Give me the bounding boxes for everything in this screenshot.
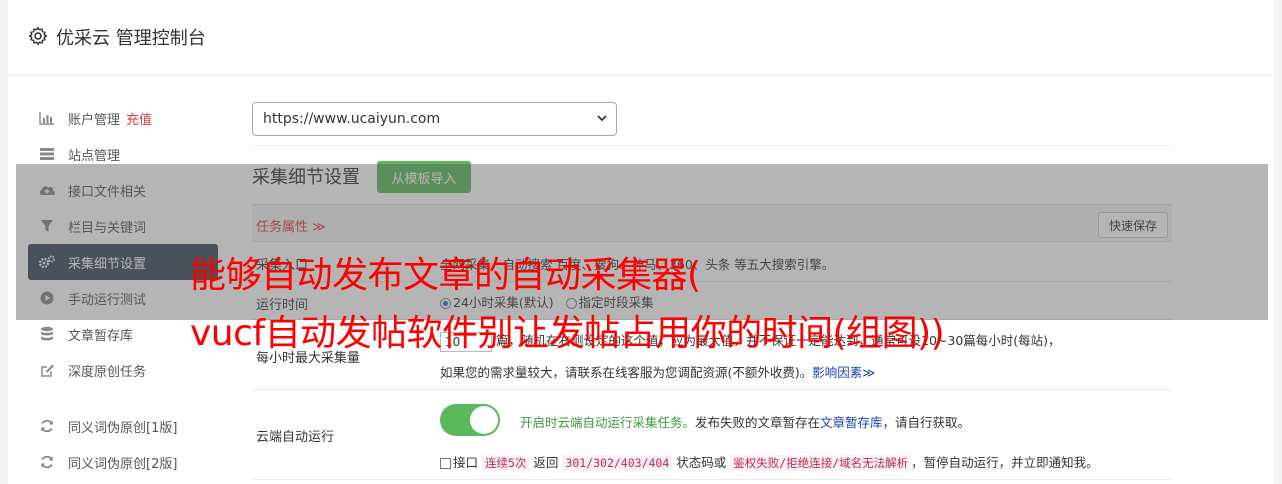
sidebar-item-label: 同义词伪原创[1版] xyxy=(68,420,178,436)
toggle-knob xyxy=(470,406,498,434)
overlay-title-line2: vucf自动发帖软件别让发帖占用你的时间(组图)) xyxy=(190,313,945,354)
recharge-link[interactable]: 充值 xyxy=(126,109,152,128)
fail-text: ，暂停自动运行，并立即通知我。 xyxy=(911,455,1099,470)
influence-factors-link[interactable]: 影响因素≫ xyxy=(812,365,875,380)
pause-on-failure-line: 接口 连续5次 返回 301/302/403/404 状态码或 鉴权失败/拒绝连… xyxy=(440,452,1099,471)
max-per-hour-line2: 如果您的需求量较大，请联系在线客服为您调配资源(不额外收费)。影响因素≫ xyxy=(440,362,875,381)
sidebar-item-label: 账户管理 xyxy=(68,112,121,128)
pause-on-failure-checkbox[interactable] xyxy=(440,458,451,469)
cloud-note: 发布失败的文章暂存在 xyxy=(695,415,821,430)
database-icon xyxy=(38,326,56,342)
cloud-auto-run-toggle[interactable] xyxy=(440,404,500,436)
gear-icon xyxy=(28,26,48,46)
sidebar-item-label: 深度原创任务 xyxy=(68,364,147,380)
row-label: 云端自动运行 xyxy=(256,430,335,445)
cloud-note-end: ，请自行获取。 xyxy=(882,415,971,430)
fail-code: 301/302/403/404 xyxy=(562,455,673,471)
bar-chart-icon xyxy=(38,110,56,126)
chevron-down-icon xyxy=(596,112,608,127)
site-select[interactable]: https://www.ucaiyun.com xyxy=(252,102,617,136)
sidebar-separator xyxy=(28,388,218,408)
edit-icon xyxy=(38,362,56,378)
sidebar-item-deep-original[interactable]: 深度原创任务 xyxy=(28,352,218,388)
cloud-auto-run-text: 开启时云端自动运行采集任务。发布失败的文章暂存在文章暂存库，请自行获取。 xyxy=(520,412,970,431)
fail-text: 状态码或 xyxy=(676,455,727,470)
sidebar-item-synonym-v1[interactable]: 同义词伪原创[1版] xyxy=(28,408,218,444)
refresh-icon xyxy=(38,418,56,434)
sidebar-item-label: 文章暂存库 xyxy=(68,328,134,344)
fail-code: 鉴权失败/拒绝连接/域名无法解析 xyxy=(730,455,912,471)
sidebar-item-label: 同义词伪原创[2版] xyxy=(68,456,178,472)
sidebar-item-synonym-v2[interactable]: 同义词伪原创[2版] xyxy=(28,444,218,480)
overlay-title-line1: 能够自动发布文章的自动采集器( xyxy=(190,255,701,296)
sidebar-item-account[interactable]: 账户管理 充值 xyxy=(28,100,218,136)
top-bar: 优采云 管理控制台 xyxy=(8,0,1274,76)
fail-text: 返回 xyxy=(533,455,559,470)
fail-text: 接口 xyxy=(453,455,479,470)
server-icon xyxy=(38,146,56,162)
cloud-status-text: 开启时云端自动运行采集任务。 xyxy=(520,415,696,430)
site-select-value: https://www.ucaiyun.com xyxy=(263,111,441,127)
refresh-icon xyxy=(38,454,56,470)
sidebar-item-label: 站点管理 xyxy=(68,148,121,164)
max-per-hour-note: 如果您的需求量较大，请联系在线客服为您调配资源(不额外收费)。 xyxy=(440,365,813,380)
divider xyxy=(252,145,1172,146)
fail-code: 连续5次 xyxy=(482,455,530,471)
page-title: 优采云 管理控制台 xyxy=(56,28,206,49)
article-storage-link[interactable]: 文章暂存库 xyxy=(820,415,883,430)
